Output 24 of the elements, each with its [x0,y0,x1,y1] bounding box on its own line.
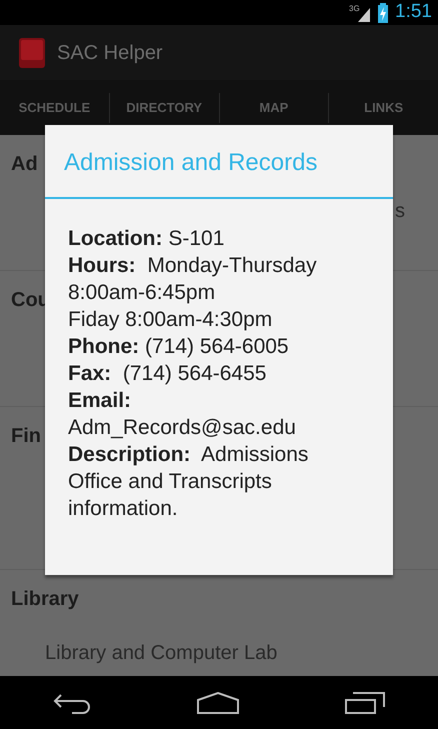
list-item-title: Ad [11,153,38,175]
tab[interactable]: MAP [220,98,328,118]
home-icon[interactable] [197,692,239,714]
detail-line: Hours: Monday-Thursday 8:00am-6:45pm [68,253,318,306]
list-item-title: Library [11,588,79,610]
recent-apps-icon[interactable] [345,692,385,714]
battery-charging-icon [377,2,390,22]
tab[interactable]: LINKS [329,98,438,118]
list-item-subtitle: s [395,200,405,222]
detail-line: Description: Admissions Office and Transcripts information. [68,442,310,522]
tab[interactable]: SCHEDULE [0,98,109,118]
back-icon[interactable] [53,692,91,714]
detail-line: Phone: (714) 564-6005 [68,334,290,360]
app-logo-icon [19,38,45,68]
app-title: SAC Helper [57,40,163,66]
detail-line: Fax: (714) 564-6455 [68,361,268,387]
tab[interactable]: DIRECTORY [110,98,218,118]
detail-line: Location: S-101 [68,226,226,252]
list-item-subtitle: Library and Computer Lab [45,642,278,664]
detail-line: Fiday 8:00am-4:30pm [68,307,274,333]
dialog-title: Admission and Records [45,125,393,199]
clock-time: 1:51 [395,0,432,24]
list-item-title: Fin [11,425,41,447]
detail-line: Email: Adm_Records@sac.edu [68,388,297,441]
